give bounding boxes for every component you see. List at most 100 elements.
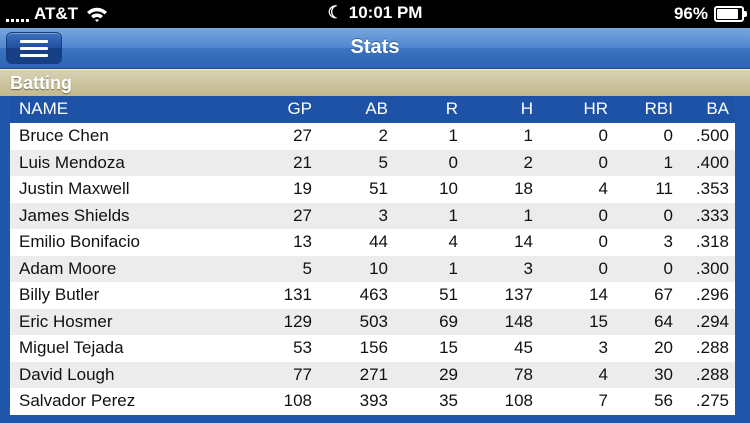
battery-percent: 96% [673,4,708,23]
cell-gp: 5 [302,258,312,278]
cell-h: 18 [514,179,533,198]
cell-name: Bruce Chen [19,126,109,145]
page-title: Stats [350,36,400,58]
cell-r: 1 [448,126,458,145]
cell-hr: 4 [598,364,608,384]
cell-h: 78 [514,364,533,384]
cell-h: 1 [523,126,533,145]
cell-ab: 3 [378,205,388,225]
table-row[interactable]: Adam Moore 5 10 1 3 0 0.300 [10,255,735,282]
cell-r: 4 [448,232,458,251]
cell-r: 51 [439,285,458,304]
cell-ba: .300 [695,258,729,278]
table-header: NAME GP AB R H HR RBI BA [10,96,735,122]
cell-h: 137 [504,285,533,304]
cell-gp: 13 [293,232,312,251]
cell-r: 15 [439,338,458,357]
status-right: 96% [673,4,747,24]
cell-h: 45 [514,338,533,357]
cell-hr: 4 [598,179,608,198]
column-header-ab[interactable]: AB [320,96,388,122]
cell-h: 148 [504,311,533,331]
cell-gp: 21 [293,152,312,172]
table-row[interactable]: James Shields 27 3 1 1 0 0.333 [10,202,735,229]
cell-hr: 14 [589,285,608,304]
battery-fill [717,9,739,19]
section-title: Batting [10,73,72,93]
cell-ab: 44 [369,232,388,251]
cell-gp: 108 [283,391,312,410]
table-row[interactable]: Billy Butler 131 463 51 137 14 67.296 [10,282,735,309]
cell-hr: 15 [589,311,608,331]
cell-name: Adam Moore [19,258,117,278]
cell-r: 29 [439,364,458,384]
cell-gp: 19 [293,179,312,198]
nav-bar: Stats [0,28,750,69]
cell-h: 1 [523,205,533,225]
cell-ba: .400 [695,152,729,172]
cell-ba: .296 [695,285,729,304]
cell-name: James Shields [19,205,130,225]
cell-gp: 77 [293,364,312,384]
column-header-gp[interactable]: GP [250,96,312,122]
moon-icon: ☾ [327,3,343,22]
cell-r: 10 [439,179,458,198]
column-header-r[interactable]: R [390,96,458,122]
cell-ab: 463 [359,285,388,304]
cell-ba: .288 [695,338,729,357]
cell-r: 1 [448,258,458,278]
cell-hr: 0 [598,152,608,172]
cell-name: Justin Maxwell [19,179,130,198]
cell-ba: .288 [695,364,729,384]
cell-ab: 5 [378,152,388,172]
cell-ba: .318 [695,232,729,251]
table-row[interactable]: Justin Maxwell 19 51 10 18 4 11.353 [10,176,735,203]
cell-gp: 27 [293,126,312,145]
column-header-ba[interactable]: BA [660,96,729,122]
cell-r: 1 [448,205,458,225]
cell-name: Billy Butler [19,285,100,304]
cell-name: David Lough [19,364,115,384]
cell-ba: .500 [695,126,729,145]
cell-h: 108 [504,391,533,410]
cell-ba: .275 [695,391,729,410]
cell-hr: 7 [598,391,608,410]
table-row[interactable]: David Lough 77 271 29 78 4 30.288 [10,361,735,388]
cell-h: 3 [523,258,533,278]
cell-ab: 2 [378,126,388,145]
cell-ab: 503 [359,311,388,331]
section-header: Batting [0,69,750,96]
cell-hr: 0 [598,205,608,225]
table-row[interactable]: Emilio Bonifacio 13 44 4 14 0 3.318 [10,229,735,256]
cell-gp: 129 [283,311,312,331]
table-row[interactable]: Bruce Chen 27 2 1 1 0 0.500 [10,123,735,150]
cell-h: 14 [514,232,533,251]
column-header-hr[interactable]: HR [540,96,608,122]
cell-name: Luis Mendoza [19,152,125,172]
table-row[interactable]: Miguel Tejada 53 156 15 45 3 20.288 [10,335,735,362]
table-row[interactable]: Eric Hosmer 129 503 69 148 15 64.294 [10,308,735,335]
cell-ab: 271 [359,364,388,384]
table-row[interactable]: Salvador Perez 108 393 35 108 7 56.275 [10,388,735,415]
battery-icon [714,6,747,22]
cell-hr: 0 [598,258,608,278]
cell-name: Miguel Tejada [19,338,124,357]
cell-ab: 156 [359,338,388,357]
status-time: ☾ 10:01 PM [0,3,750,23]
cell-ab: 51 [369,179,388,198]
cell-r: 35 [439,391,458,410]
table-row[interactable]: Luis Mendoza 21 5 0 2 0 1.400 [10,149,735,176]
cell-hr: 3 [598,338,608,357]
cell-name: Eric Hosmer [19,311,113,331]
stats-table: NAME GP AB R H HR RBI BA Bruce Chen 27 2 1 1 0 0.500 L… [0,96,750,423]
table-body: Bruce Chen 27 2 1 1 0 0.500 Luis Mendoza 21 5 0 2 0 1… [10,123,735,415]
column-header-name[interactable]: NAME [19,96,219,122]
column-header-h[interactable]: H [465,96,533,122]
cell-ba: .294 [695,311,729,331]
cell-gp: 53 [293,338,312,357]
cell-h: 2 [523,152,533,172]
cell-ba: .333 [695,205,729,225]
time-label: 10:01 PM [348,3,423,22]
cell-r: 0 [448,152,458,172]
status-bar: AT&T ☾ 10:01 PM 96% [0,0,750,28]
